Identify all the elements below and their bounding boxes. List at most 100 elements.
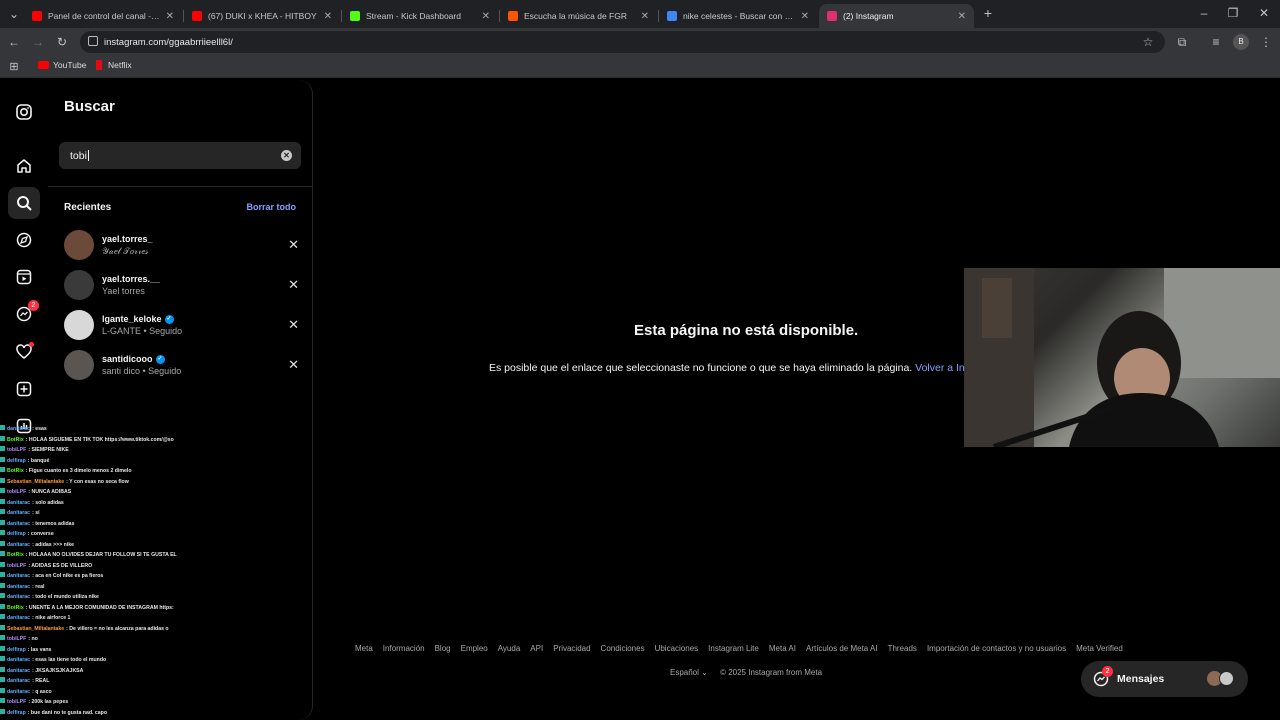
- remove-recent-icon[interactable]: ✕: [288, 357, 299, 373]
- footer-link[interactable]: Importación de contactos y no usuarios: [927, 644, 1066, 653]
- chat-message: BotRix: Figue cuanto es 3 dimelo menos 2…: [0, 466, 200, 477]
- messages-button[interactable]: 2 Mensajes: [1081, 661, 1248, 697]
- tab-close-icon[interactable]: ✕: [166, 11, 174, 22]
- footer-link[interactable]: Empleo: [461, 644, 488, 653]
- menu-icon[interactable]: ⋮: [1258, 34, 1274, 50]
- chat-text: : aca en Col nike es pa fieros: [32, 573, 104, 579]
- tab-close-icon[interactable]: ✕: [801, 11, 809, 22]
- chat-badge-icon: [0, 561, 5, 567]
- reels-icon[interactable]: [14, 267, 34, 287]
- chat-badge-icon: [0, 509, 5, 514]
- chat-text: : HOLAA SIGUEME EN TIK TOK https://www.t…: [25, 436, 174, 443]
- search-icon[interactable]: [8, 187, 40, 219]
- chat-username: danitarac: [7, 573, 31, 579]
- footer-link[interactable]: Meta: [355, 644, 373, 653]
- footer-link[interactable]: Ayuda: [498, 644, 521, 653]
- footer-link[interactable]: Meta AI: [769, 644, 796, 653]
- remove-recent-icon[interactable]: ✕: [288, 317, 299, 333]
- profile-avatar[interactable]: B: [1233, 34, 1249, 50]
- chat-message: delfirap: las vans: [0, 645, 200, 656]
- instagram-logo-icon[interactable]: [14, 102, 34, 122]
- home-icon[interactable]: [14, 156, 34, 176]
- tab-close-icon[interactable]: ✕: [641, 11, 649, 22]
- recent-subtitle: L-GANTE • Seguido: [102, 326, 183, 336]
- close-window-button[interactable]: ✕: [1256, 5, 1272, 21]
- avatar: [64, 230, 94, 260]
- recent-subtitle: santi dico • Seguido: [102, 366, 182, 376]
- notification-dot: [29, 342, 34, 347]
- chat-username: danitarac: [7, 499, 31, 506]
- browser-tab[interactable]: Stream - Kick Dashboard ✕: [342, 4, 498, 28]
- footer-link[interactable]: Ubicaciones: [655, 644, 699, 653]
- tab-title: Stream - Kick Dashboard: [366, 11, 461, 21]
- description-text: Es posible que el enlace que seleccionas…: [489, 362, 913, 374]
- tab-close-icon[interactable]: ✕: [958, 11, 966, 22]
- browser-tab[interactable]: nike celestes - Buscar con Goo ✕: [659, 4, 817, 28]
- chat-message: danitarac: aca en Col nike es pa fieros: [0, 571, 200, 582]
- create-plus-icon[interactable]: [14, 379, 34, 399]
- chat-message: danitarac: adidas >>> nike: [0, 540, 200, 551]
- tab-favicon-icon: [192, 11, 202, 21]
- apps-grid-icon[interactable]: ⊞: [6, 59, 22, 75]
- chat-message: danitarac: q asco: [0, 687, 200, 698]
- footer-link[interactable]: Threads: [888, 644, 917, 653]
- address-url: instagram.com/ggaabrriieelll6l/: [104, 36, 233, 48]
- minimize-button[interactable]: –: [1196, 5, 1212, 21]
- recent-search-item[interactable]: yael.torres.__ Yael torres ✕: [64, 270, 299, 304]
- chat-username: delfirap: [7, 457, 26, 464]
- bookmark-star-icon[interactable]: ☆: [1140, 34, 1156, 50]
- chat-badge-icon: [0, 456, 5, 462]
- remove-recent-icon[interactable]: ✕: [288, 277, 299, 293]
- browser-tab[interactable]: Escucha la música de FGR ✕: [500, 4, 657, 28]
- footer-link[interactable]: API: [530, 644, 543, 653]
- media-icon[interactable]: ≡: [1208, 34, 1224, 50]
- chat-username: danitarac: [7, 510, 31, 516]
- messenger-icon[interactable]: 2: [14, 300, 39, 324]
- extensions-icon[interactable]: ⧉: [1174, 34, 1190, 50]
- footer-link[interactable]: Privacidad: [553, 644, 590, 653]
- clear-all-button[interactable]: Borrar todo: [247, 202, 297, 212]
- footer-link[interactable]: Instagram Lite: [708, 644, 759, 653]
- chat-badge-icon: [0, 425, 5, 430]
- bookmark-youtube[interactable]: YouTube: [38, 60, 86, 70]
- footer-link[interactable]: Meta Verified: [1076, 644, 1123, 653]
- reload-icon[interactable]: ↻: [54, 34, 70, 50]
- chat-badge-icon: [0, 614, 5, 619]
- tab-close-icon[interactable]: ✕: [482, 11, 490, 22]
- browser-tab[interactable]: (2) Instagram ✕: [819, 4, 974, 28]
- site-info-icon[interactable]: [88, 36, 98, 46]
- recent-search-item[interactable]: lgante_keloke ✓ L-GANTE • Seguido ✕: [64, 310, 299, 344]
- tab-close-icon[interactable]: ✕: [324, 11, 332, 22]
- search-panel-title: Buscar: [64, 98, 115, 115]
- bookmark-netflix[interactable]: Netflix: [96, 60, 132, 70]
- browser-tab[interactable]: (67) DUKI x KHEA - HITBOY ✕: [184, 4, 340, 28]
- back-icon[interactable]: ←: [6, 34, 22, 50]
- tab-search-icon[interactable]: ⌄: [6, 6, 22, 22]
- address-bar[interactable]: instagram.com/ggaabrriieelll6l/: [80, 31, 1165, 53]
- remove-recent-icon[interactable]: ✕: [288, 237, 299, 253]
- maximize-button[interactable]: ❐: [1225, 5, 1241, 21]
- chat-message: danitarac: tenemos adidas: [0, 519, 200, 530]
- footer-link[interactable]: Artículos de Meta AI: [806, 644, 878, 653]
- chat-badge-icon: [0, 656, 5, 661]
- browser-tab[interactable]: Panel de control del canal - You ✕: [24, 4, 182, 28]
- chat-badge-icon: [0, 687, 5, 693]
- recent-search-item[interactable]: yael.torres_ 𝒴𝒶𝑒𝓁 𝒯𝑜𝓇𝓇𝑒𝓈 ✕: [64, 230, 299, 264]
- new-tab-button[interactable]: +: [980, 5, 996, 21]
- footer-link[interactable]: Condiciones: [601, 644, 645, 653]
- chat-message: danitarac: nike airforce 1: [0, 613, 200, 624]
- chat-username: BotRix: [7, 468, 24, 474]
- footer-link[interactable]: Información: [383, 644, 425, 653]
- chat-badge-icon: [0, 467, 5, 472]
- recent-search-item[interactable]: santidicooo ✓ santi dico • Seguido ✕: [64, 350, 299, 384]
- search-input[interactable]: tobi ✕: [59, 142, 301, 169]
- clear-search-icon[interactable]: ✕: [281, 150, 292, 161]
- footer-link[interactable]: Blog: [435, 644, 451, 653]
- recent-username: yael.torres_: [102, 234, 153, 244]
- forward-icon[interactable]: →: [30, 34, 46, 50]
- language-select[interactable]: Español ⌄: [670, 668, 708, 677]
- explore-icon[interactable]: [14, 230, 34, 250]
- back-to-instagram-link[interactable]: Volver a In: [915, 362, 965, 374]
- chat-username: danitarac: [7, 667, 31, 674]
- notifications-heart-icon[interactable]: [14, 342, 34, 362]
